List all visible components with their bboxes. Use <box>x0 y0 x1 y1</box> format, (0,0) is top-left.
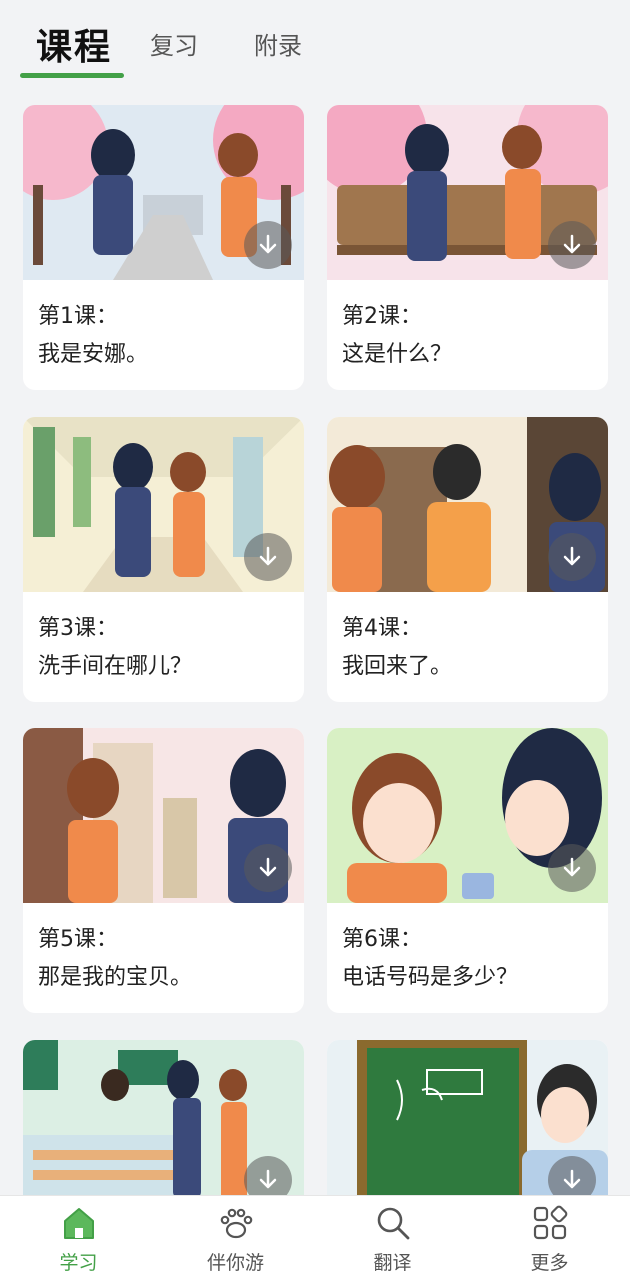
lesson-number: 第1课： <box>38 304 118 329</box>
lesson-number: 第5课： <box>38 927 118 952</box>
download-icon <box>259 1169 277 1189</box>
download-button[interactable] <box>548 844 596 892</box>
lesson-title: 我回来了。 <box>342 654 453 679</box>
lesson-card-5[interactable]: 第5课： 那是我的宝贝。 <box>23 728 304 1013</box>
download-button[interactable] <box>244 844 292 892</box>
lesson-6-thumbnail <box>327 728 608 903</box>
lesson-2-thumbnail <box>327 105 608 280</box>
lesson-card-7[interactable] <box>23 1040 304 1195</box>
lesson-card-8[interactable] <box>327 1040 608 1195</box>
lesson-number: 第4课： <box>342 616 422 641</box>
nav-item-study[interactable]: 学习 <box>0 1196 157 1280</box>
bottom-nav: 学习 伴你游 翻译 更多 <box>0 1195 630 1280</box>
lesson-4-thumbnail <box>327 417 608 592</box>
download-icon <box>563 1169 581 1189</box>
nav-item-travel[interactable]: 伴你游 <box>157 1196 314 1280</box>
lesson-card-6[interactable]: 第6课： 电话号码是多少？ <box>327 728 608 1013</box>
paw-icon <box>220 1208 253 1239</box>
grid-icon <box>533 1205 568 1240</box>
nav-item-more[interactable]: 更多 <box>471 1196 628 1280</box>
download-icon <box>259 234 277 254</box>
lesson-8-thumbnail <box>327 1040 608 1195</box>
download-button[interactable] <box>548 221 596 269</box>
lesson-7-thumbnail <box>23 1040 304 1195</box>
lesson-title: 洗手间在哪儿？ <box>38 654 193 679</box>
download-icon <box>259 546 277 566</box>
nav-label: 更多 <box>530 1252 569 1274</box>
download-button[interactable] <box>244 221 292 269</box>
nav-item-translate[interactable]: 翻译 <box>314 1196 471 1280</box>
download-icon <box>563 546 581 566</box>
download-icon <box>563 857 581 877</box>
nav-label: 翻译 <box>373 1252 412 1274</box>
lesson-number: 第2课： <box>342 304 422 329</box>
lesson-title: 我是安娜。 <box>38 342 149 367</box>
top-tab-bar: 课程 复习 附录 <box>0 0 630 90</box>
download-button[interactable] <box>548 533 596 581</box>
lesson-title: 那是我的宝贝。 <box>38 965 193 990</box>
tab-course[interactable]: 课程 <box>36 18 112 70</box>
nav-label: 伴你游 <box>206 1252 264 1274</box>
lesson-number: 第3课： <box>38 616 118 641</box>
lesson-card-2[interactable]: 第2课： 这是什么？ <box>327 105 608 390</box>
lesson-card-4[interactable]: 第4课： 我回来了。 <box>327 417 608 702</box>
download-button[interactable] <box>244 533 292 581</box>
lesson-5-thumbnail <box>23 728 304 903</box>
download-icon <box>259 857 277 877</box>
lesson-number: 第6课： <box>342 927 422 952</box>
lesson-card-1[interactable]: 第1课： 我是安娜。 <box>23 105 304 390</box>
home-icon <box>64 1208 94 1239</box>
lesson-title: 电话号码是多少？ <box>342 965 519 990</box>
lesson-grid: 第1课： 我是安娜。 第2课： 这是什么？ 第3课： 洗手间在哪儿？ 第4课： … <box>0 0 630 1195</box>
nav-label: 学习 <box>59 1252 98 1274</box>
lesson-1-thumbnail <box>23 105 304 280</box>
download-icon <box>563 234 581 254</box>
lesson-3-thumbnail <box>23 417 304 592</box>
active-tab-indicator <box>20 73 124 78</box>
tab-review[interactable]: 复习 <box>150 26 198 61</box>
tab-appendix[interactable]: 附录 <box>254 26 302 61</box>
lesson-card-3[interactable]: 第3课： 洗手间在哪儿？ <box>23 417 304 702</box>
lesson-title: 这是什么？ <box>342 342 453 367</box>
search-icon <box>377 1207 410 1240</box>
